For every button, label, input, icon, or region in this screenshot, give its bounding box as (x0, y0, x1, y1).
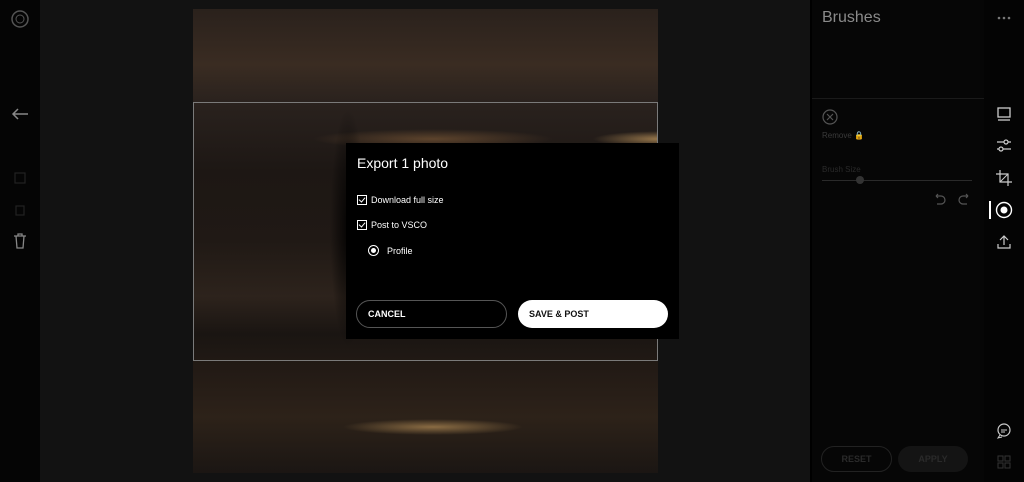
checkbox-checked-icon[interactable] (357, 220, 367, 230)
save-and-post-button[interactable]: SAVE & POST (518, 300, 668, 328)
profile-radio-option[interactable]: Profile (368, 245, 413, 256)
download-full-size-option[interactable]: Download full size (357, 195, 444, 205)
cancel-button[interactable]: CANCEL (356, 300, 507, 328)
undo-icon[interactable] (932, 192, 946, 210)
reset-button[interactable]: RESET (821, 446, 892, 472)
redo-icon[interactable] (958, 192, 972, 210)
remove-label[interactable]: Remove 🔒 (822, 131, 864, 140)
export-dialog: Export 1 photo Download full size Post t… (346, 143, 679, 339)
checkbox-checked-icon[interactable] (357, 195, 367, 205)
export-icon[interactable] (994, 232, 1014, 252)
active-tool-indicator (989, 201, 991, 219)
adjust-icon[interactable] (994, 136, 1014, 156)
brushes-panel (812, 0, 984, 482)
remove-brush-icon[interactable] (822, 109, 838, 130)
brush-size-slider[interactable] (822, 180, 972, 181)
feedback-icon[interactable] (994, 421, 1014, 441)
dialog-title: Export 1 photo (357, 155, 449, 171)
brush-size-label: Brush Size (822, 165, 861, 174)
divider (812, 98, 984, 99)
presets-icon[interactable] (994, 104, 1014, 124)
grid-icon[interactable] (994, 452, 1014, 472)
crop-icon[interactable] (994, 168, 1014, 188)
paste-icon[interactable] (10, 200, 30, 220)
radio-label: Profile (387, 245, 413, 256)
panel-title: Brushes (822, 9, 881, 26)
apply-button[interactable]: APPLY (898, 446, 968, 472)
post-to-vsco-option[interactable]: Post to VSCO (357, 220, 427, 230)
more-icon[interactable] (994, 8, 1014, 28)
radio-selected-icon[interactable] (368, 245, 379, 256)
copy-icon[interactable] (10, 168, 30, 188)
trash-icon[interactable] (10, 231, 30, 251)
option-label: Download full size (371, 195, 444, 205)
lock-icon: 🔒 (854, 131, 864, 140)
slider-handle[interactable] (856, 176, 864, 184)
brushes-icon[interactable] (994, 200, 1014, 220)
logo-icon[interactable] (10, 9, 30, 29)
option-label: Post to VSCO (371, 220, 428, 230)
back-arrow-icon[interactable] (10, 104, 30, 124)
